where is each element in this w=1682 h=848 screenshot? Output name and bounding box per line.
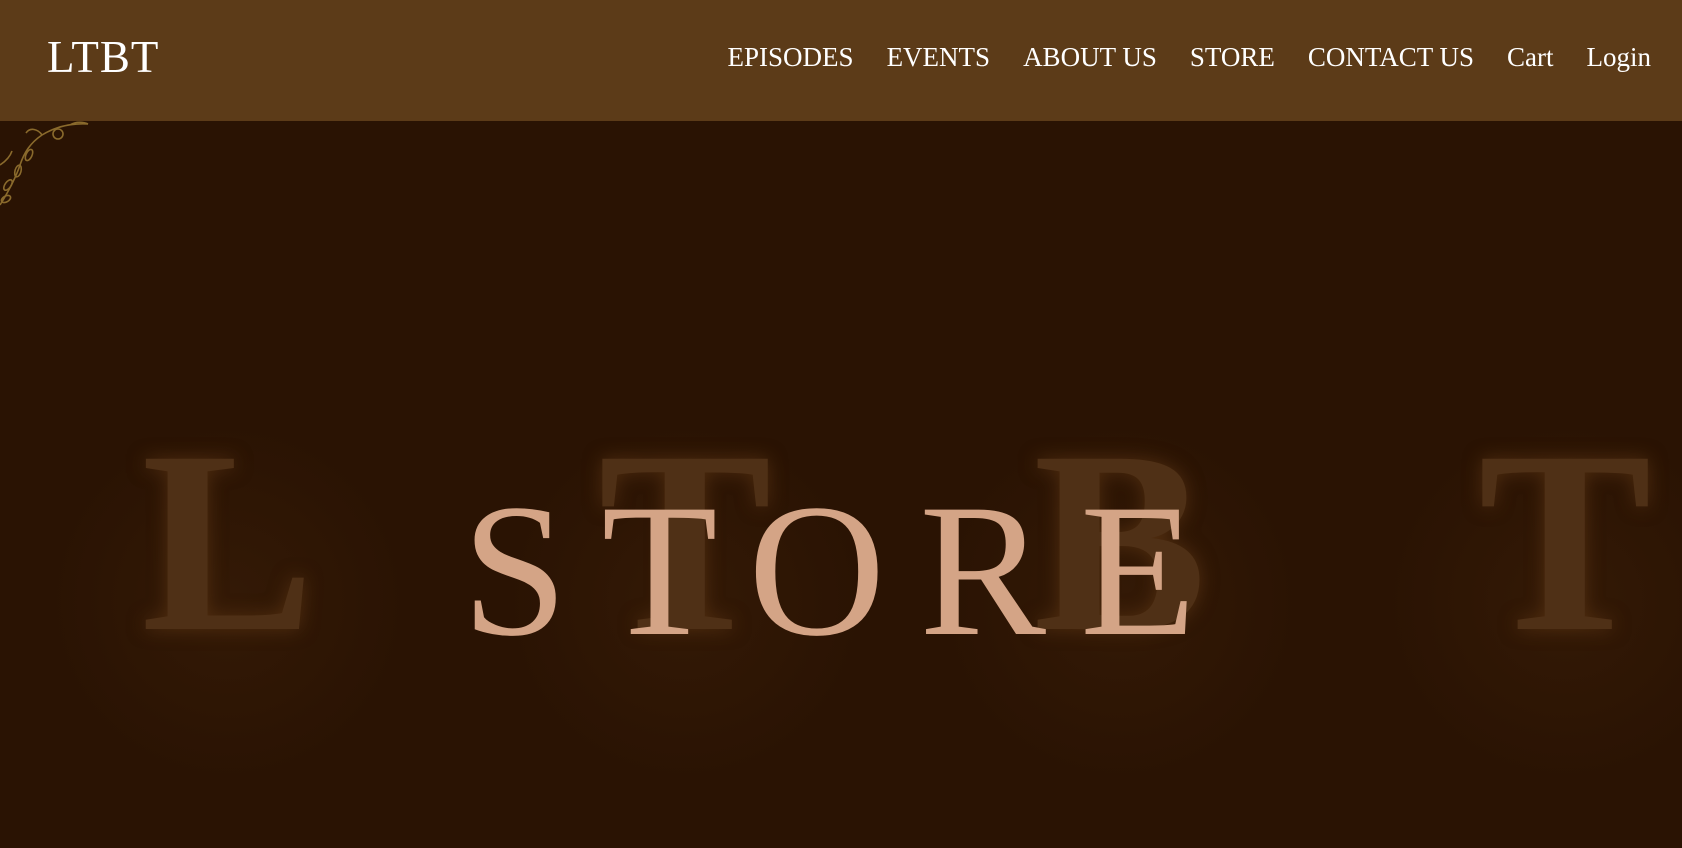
nav-events[interactable]: EVENTS [887,41,991,73]
site-header: LTBT EPISODES EVENTS ABOUT US STORE CONT… [0,0,1682,121]
nav-login[interactable]: Login [1587,41,1652,73]
nav-store[interactable]: STORE [1190,41,1275,73]
nav-about-us[interactable]: ABOUT US [1023,41,1157,73]
nav-contact-us[interactable]: CONTACT US [1308,41,1474,73]
main-nav: EPISODES EVENTS ABOUT US STORE CONTACT U… [728,41,1651,73]
nav-episodes[interactable]: EPISODES [728,41,854,73]
site-logo[interactable]: LTBT [47,30,159,84]
store-hero: L T B T STORE [0,121,1682,848]
page-title: STORE [461,466,1231,676]
nav-cart[interactable]: Cart [1507,41,1554,73]
